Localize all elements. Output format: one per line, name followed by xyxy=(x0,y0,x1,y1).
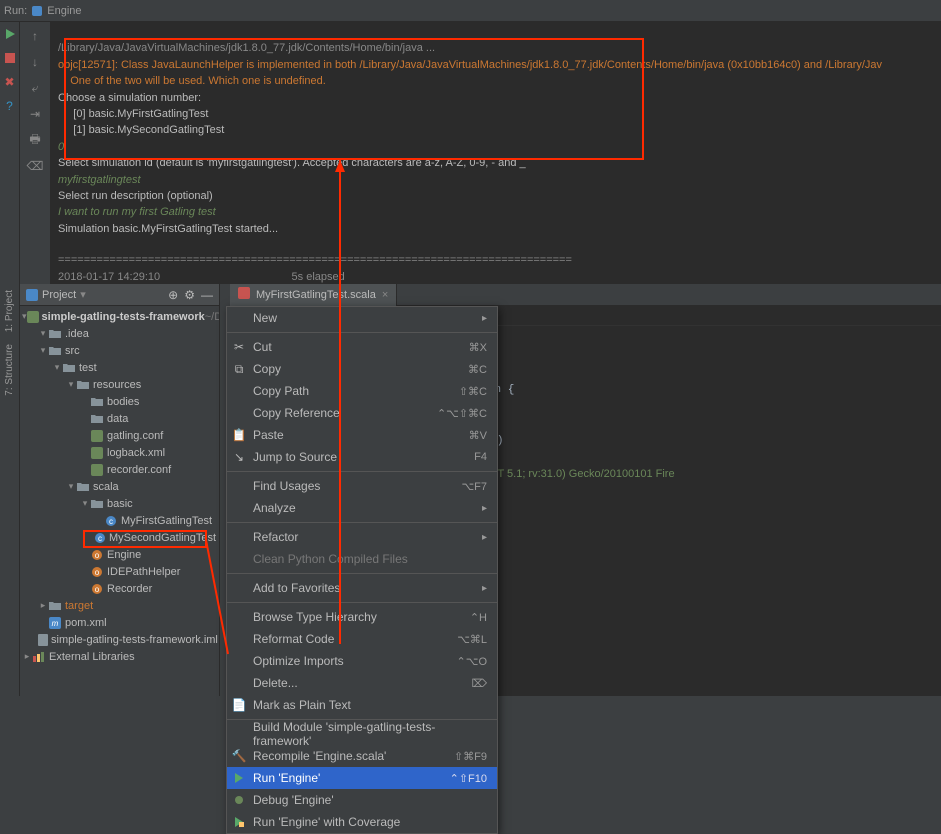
project-title: Project xyxy=(42,289,76,301)
menu-item[interactable]: Optimize Imports⌃⌥O xyxy=(227,650,497,672)
editor-tabs: MyFirstGatlingTest.scala × xyxy=(230,284,941,306)
print-icon[interactable]: 🖶 xyxy=(25,130,45,150)
tree-node[interactable]: logback.xml xyxy=(20,444,219,461)
tree-node[interactable]: ▾src xyxy=(20,342,219,359)
tree-node[interactable]: oRecorder xyxy=(20,580,219,597)
context-menu: New▸ ✂Cut⌘X⧉Copy⌘CCopy Path⇧⌘CCopy Refere… xyxy=(226,306,498,834)
console-line: ========================================… xyxy=(58,254,572,266)
help-button[interactable]: ? xyxy=(2,98,18,114)
console-toolbar: ↑ ↓ ⤶ ⇥ 🖶 ⌫ xyxy=(20,22,50,284)
external-libraries[interactable]: ▸External Libraries xyxy=(20,648,219,665)
console-line: [1] basic.MySecondGatlingTest xyxy=(58,124,224,136)
rerun-button[interactable] xyxy=(2,26,18,42)
down-icon[interactable]: ↓ xyxy=(25,52,45,72)
tree-node[interactable]: data xyxy=(20,410,219,427)
menu-item[interactable]: ✂Cut⌘X xyxy=(227,336,497,358)
console-line: objc[12571]: Class JavaLaunchHelper is i… xyxy=(58,59,882,71)
menu-item[interactable]: Browse Type Hierarchy⌃H xyxy=(227,606,497,628)
editor-tab[interactable]: MyFirstGatlingTest.scala × xyxy=(230,284,397,306)
run-label: Run: xyxy=(4,5,27,17)
tree-node[interactable]: ▾resources xyxy=(20,376,219,393)
svg-text:c: c xyxy=(98,534,102,543)
tree-node[interactable]: ▾.idea xyxy=(20,325,219,342)
run-config-icon xyxy=(31,5,43,17)
svg-text:o: o xyxy=(95,551,100,560)
menu-item[interactable]: Debug 'Engine' xyxy=(227,789,497,811)
far-left-gutter: ✖ ? xyxy=(0,22,20,284)
menu-item[interactable]: Run 'Engine'⌃⇧F10 xyxy=(227,767,497,789)
menu-item[interactable]: Copy Path⇧⌘C xyxy=(227,380,497,402)
project-panel-header: Project ▾ ⊕ ⚙ — xyxy=(20,284,219,306)
console-line: [0] basic.MyFirstGatlingTest xyxy=(58,108,208,120)
run-toolwindow-header: Run: Engine xyxy=(0,0,941,22)
console-line: Simulation basic.MyFirstGatlingTest star… xyxy=(58,223,278,235)
settings-icon[interactable]: ⚙ xyxy=(184,288,195,302)
console-line: myfirstgatlingtest xyxy=(58,174,141,186)
tree-node[interactable]: oIDEPathHelper xyxy=(20,563,219,580)
tree-node[interactable]: ▾basic xyxy=(20,495,219,512)
menu-item[interactable]: Analyze▸ xyxy=(227,497,497,519)
project-tree[interactable]: ▾simple-gatling-tests-framework ~/D▾.ide… xyxy=(20,306,219,696)
tree-node[interactable]: ▾test xyxy=(20,359,219,376)
hide-icon[interactable]: — xyxy=(201,288,213,302)
console-output[interactable]: /Library/Java/JavaVirtualMachines/jdk1.8… xyxy=(50,22,941,284)
console-line: Choose a simulation number: xyxy=(58,92,201,104)
menu-item[interactable]: Reformat Code⌥⌘L xyxy=(227,628,497,650)
svg-text:c: c xyxy=(109,517,113,526)
tree-node[interactable]: gatling.conf xyxy=(20,427,219,444)
menu-item[interactable]: 🔨Recompile 'Engine.scala'⇧⌘F9 xyxy=(227,745,497,767)
tree-node[interactable]: ▾scala xyxy=(20,478,219,495)
structure-tab[interactable]: 7: Structure xyxy=(2,338,17,402)
menu-item[interactable]: Build Module 'simple-gatling-tests-frame… xyxy=(227,723,497,745)
console-line: 2018-01-17 14:29:10 5s elapsed xyxy=(58,271,345,283)
menu-item[interactable]: Copy Reference⌃⌥⇧⌘C xyxy=(227,402,497,424)
tree-node[interactable]: bodies xyxy=(20,393,219,410)
scala-file-icon xyxy=(238,287,250,302)
menu-item: Clean Python Compiled Files xyxy=(227,548,497,570)
console-line: One of the two will be used. Which one i… xyxy=(58,75,326,87)
menu-item[interactable]: 📄Mark as Plain Text xyxy=(227,694,497,716)
close-tab-icon[interactable]: × xyxy=(382,289,388,301)
tree-node[interactable]: mpom.xml xyxy=(20,614,219,631)
tree-root[interactable]: ▾simple-gatling-tests-framework ~/D xyxy=(20,308,219,325)
left-tool-tabs: 1: Project 7: Structure xyxy=(0,284,20,696)
menu-item[interactable]: 📋Paste⌘V xyxy=(227,424,497,446)
tree-node[interactable]: cMyFirstGatlingTest xyxy=(20,512,219,529)
clear-icon[interactable]: ⌫ xyxy=(25,156,45,176)
menu-item[interactable]: New▸ xyxy=(227,307,497,329)
svg-text:o: o xyxy=(95,585,100,594)
collapse-icon[interactable]: ⊕ xyxy=(168,288,178,302)
tree-node[interactable]: ▸target xyxy=(20,597,219,614)
stop-button[interactable] xyxy=(2,50,18,66)
tree-node[interactable]: recorder.conf xyxy=(20,461,219,478)
dropdown-icon[interactable]: ▾ xyxy=(80,288,86,301)
menu-item[interactable]: ↘Jump to SourceF4 xyxy=(227,446,497,468)
console-line: 0 xyxy=(58,141,64,153)
menu-item[interactable]: Add to Favorites▸ xyxy=(227,577,497,599)
tree-node[interactable]: oEngine xyxy=(20,546,219,563)
svg-text:m: m xyxy=(52,619,59,628)
up-icon[interactable]: ↑ xyxy=(25,26,45,46)
tree-node[interactable]: cMySecondGatlingTest xyxy=(20,529,219,546)
console-line: /Library/Java/JavaVirtualMachines/jdk1.8… xyxy=(58,42,435,54)
menu-item[interactable]: Delete...⌦ xyxy=(227,672,497,694)
console-line: Select simulation id (default is 'myfirs… xyxy=(58,157,526,169)
close-button[interactable]: ✖ xyxy=(2,74,18,90)
menu-item[interactable]: ⧉Copy⌘C xyxy=(227,358,497,380)
project-tab[interactable]: 1: Project xyxy=(2,284,17,338)
project-icon xyxy=(26,289,38,301)
tab-label: MyFirstGatlingTest.scala xyxy=(256,289,376,301)
menu-item[interactable]: Refactor▸ xyxy=(227,526,497,548)
tree-node[interactable]: simple-gatling-tests-framework.iml xyxy=(20,631,219,648)
svg-text:o: o xyxy=(95,568,100,577)
softwrap-icon[interactable]: ⤶ xyxy=(25,78,45,98)
project-panel: Project ▾ ⊕ ⚙ — ▾simple-gatling-tests-fr… xyxy=(20,284,220,696)
menu-item[interactable]: Find Usages⌥F7 xyxy=(227,475,497,497)
scroll-end-icon[interactable]: ⇥ xyxy=(25,104,45,124)
console-line: I want to run my first Gatling test xyxy=(58,206,216,218)
menu-item[interactable]: Run 'Engine' with Coverage xyxy=(227,811,497,833)
console-line: Select run description (optional) xyxy=(58,190,213,202)
run-config-name: Engine xyxy=(47,5,81,17)
